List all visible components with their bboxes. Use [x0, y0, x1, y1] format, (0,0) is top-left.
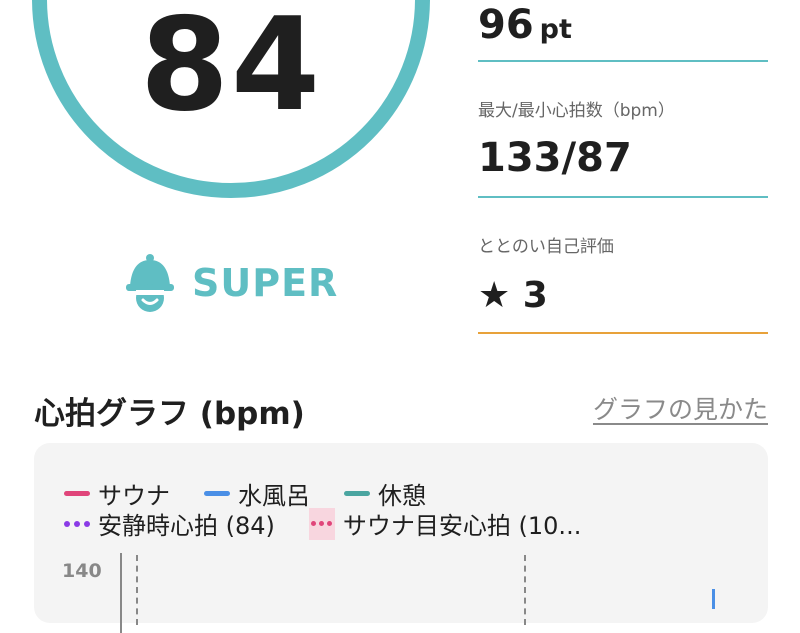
- points-stat: 96 pt: [478, 2, 768, 48]
- self-eval-divider: [478, 332, 768, 334]
- points-divider: [478, 60, 768, 62]
- heart-rate-chart: サウナ 水風呂 休憩 安静時心拍 (84) サウナ目安心拍 (10... 140: [34, 443, 768, 633]
- y-tick-label: 140: [62, 560, 102, 582]
- legend-row-2: 安静時心拍 (84) サウナ目安心拍 (10...: [64, 506, 581, 541]
- legend-label: サウナ目安心拍 (10...: [342, 512, 582, 540]
- phase-divider: [136, 555, 138, 625]
- sauna-hat-icon: [126, 254, 174, 312]
- rank-label: SUPER: [192, 261, 339, 305]
- legend-label: 安静時心拍 (84): [98, 512, 275, 540]
- heart-rate-stat: 最大/最小心拍数（bpm） 133/87: [478, 96, 768, 181]
- sauna-target-band-icon: [308, 507, 335, 540]
- y-axis: [120, 553, 122, 633]
- legend-item-sauna-target: サウナ目安心拍 (10...: [308, 506, 582, 541]
- graph-title: 心拍グラフ (bpm): [34, 396, 305, 432]
- sauna-line-icon: [64, 491, 90, 496]
- rest-line-icon: [344, 491, 370, 496]
- heart-rate-divider: [478, 196, 768, 198]
- graph-help-link[interactable]: グラフの見かた: [593, 390, 768, 426]
- self-eval-value: ★ 3: [478, 275, 548, 316]
- phase-divider: [524, 555, 526, 625]
- points-unit: pt: [539, 14, 572, 45]
- points-value: 96: [478, 2, 534, 48]
- score-value: 84: [139, 0, 323, 140]
- self-eval-stat: ととのい自己評価 ★ 3: [478, 232, 768, 316]
- rank-badge: SUPER: [124, 252, 338, 314]
- legend-item-resting-hr: 安静時心拍 (84): [64, 506, 275, 541]
- resting-hr-dots-icon: [64, 520, 90, 527]
- cold-bath-series-mark: [712, 589, 715, 609]
- heart-rate-label: 最大/最小心拍数（bpm）: [478, 101, 675, 121]
- heart-rate-value: 133/87: [478, 135, 632, 181]
- cold-bath-line-icon: [204, 491, 230, 496]
- self-eval-label: ととのい自己評価: [478, 237, 614, 257]
